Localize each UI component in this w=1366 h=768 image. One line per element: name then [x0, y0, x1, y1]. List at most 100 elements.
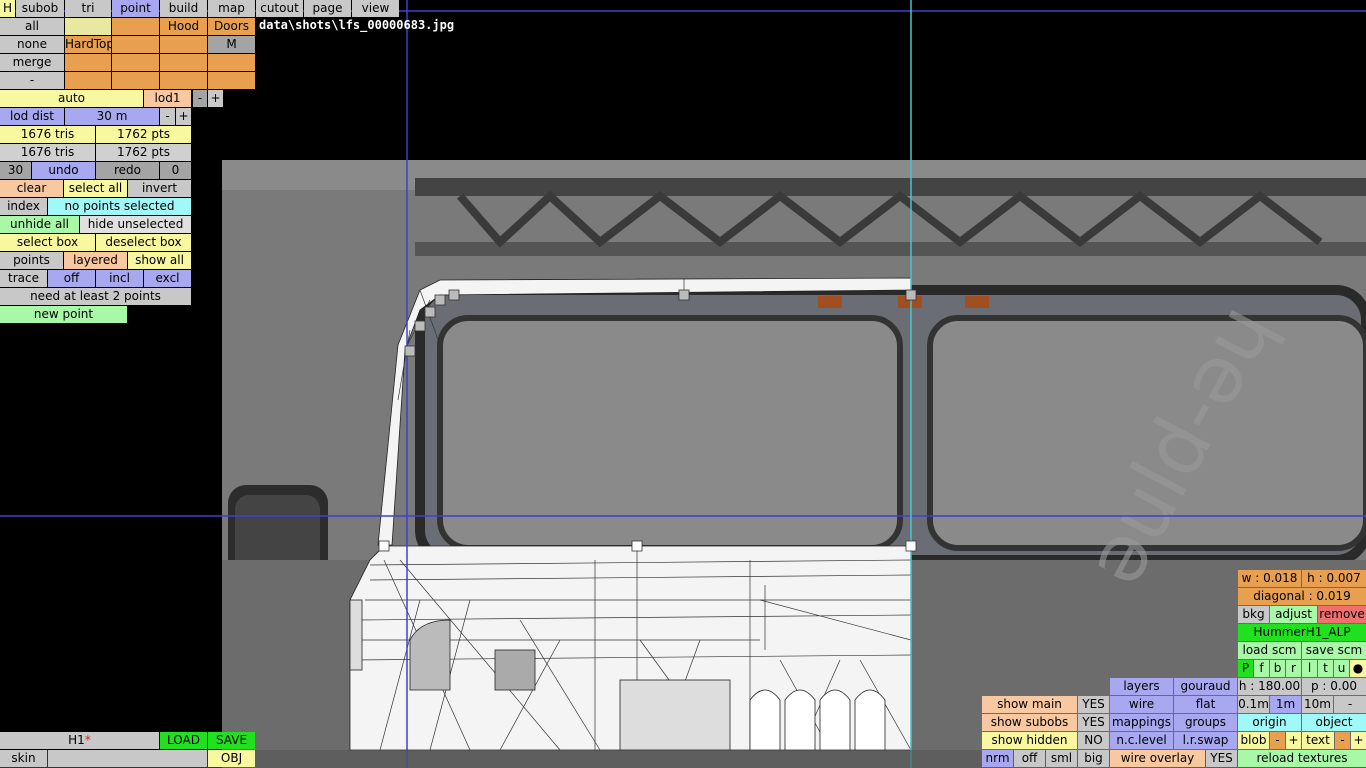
subob-slot[interactable]: [65, 72, 111, 89]
pitch-readout[interactable]: p : 0.00: [1302, 678, 1366, 695]
clear-button[interactable]: clear: [0, 180, 63, 197]
select-box-button[interactable]: select box: [0, 234, 95, 251]
subob-slot[interactable]: [208, 54, 255, 71]
lod-plus-button[interactable]: +: [208, 90, 223, 107]
step-minus-button[interactable]: -: [1334, 696, 1366, 713]
subob-all[interactable]: all: [0, 18, 64, 35]
menu-cutout[interactable]: cutout: [256, 0, 303, 17]
invert-button[interactable]: invert: [128, 180, 191, 197]
deselect-box-button[interactable]: deselect box: [96, 234, 191, 251]
gouraud-button[interactable]: gouraud: [1174, 678, 1237, 695]
unhide-all-button[interactable]: unhide all: [0, 216, 79, 233]
flag-f-toggle[interactable]: f: [1254, 660, 1269, 677]
wire-button[interactable]: wire: [1110, 696, 1173, 713]
dot-icon[interactable]: ●: [1350, 660, 1366, 677]
undo-count: 30: [0, 162, 31, 179]
menu-view[interactable]: view: [352, 0, 399, 17]
redo-button[interactable]: redo: [96, 162, 159, 179]
nrm-sml-button[interactable]: sml: [1046, 750, 1077, 767]
model-name-field[interactable]: HummerH1_ALP: [1238, 624, 1366, 641]
flat-button[interactable]: flat: [1174, 696, 1237, 713]
show-hidden-toggle[interactable]: NO: [1078, 732, 1109, 749]
subob-m[interactable]: M: [208, 36, 255, 53]
load-button[interactable]: LOAD: [160, 732, 207, 749]
mappings-button[interactable]: mappings: [1110, 714, 1173, 731]
blob-minus-button[interactable]: -: [1270, 732, 1285, 749]
subob-doors[interactable]: Doors: [208, 18, 255, 35]
text-minus-button[interactable]: -: [1335, 732, 1350, 749]
lod-dist-value[interactable]: 30 m: [65, 108, 159, 125]
nc-level-button[interactable]: n.c.level: [1110, 732, 1173, 749]
layered-button[interactable]: layered: [64, 252, 127, 269]
viewport-3d[interactable]: ǝuld-ǝɥ: [0, 0, 1366, 768]
wire-overlay-toggle[interactable]: YES: [1206, 750, 1237, 767]
subob-slot[interactable]: [208, 72, 255, 89]
new-point-button[interactable]: new point: [0, 306, 127, 323]
subob-slot[interactable]: [65, 18, 111, 35]
subob-slot[interactable]: [112, 36, 159, 53]
trace-excl-button[interactable]: excl: [144, 270, 191, 287]
subob-slot[interactable]: [112, 18, 159, 35]
menu-point[interactable]: point: [112, 0, 159, 17]
subob-merge[interactable]: merge: [0, 54, 64, 71]
trace-off-button[interactable]: off: [48, 270, 95, 287]
show-subobs-toggle[interactable]: YES: [1078, 714, 1109, 731]
heading-readout[interactable]: h : 180.00: [1238, 678, 1301, 695]
lod-minus-button[interactable]: -: [193, 90, 207, 107]
flag-r-toggle[interactable]: r: [1286, 660, 1301, 677]
menu-h[interactable]: H: [0, 0, 15, 17]
lr-swap-button[interactable]: l.r.swap: [1174, 732, 1237, 749]
step-0-1m-button[interactable]: 0.1m: [1238, 696, 1269, 713]
flag-u-toggle[interactable]: u: [1334, 660, 1349, 677]
skin-field[interactable]: [48, 750, 207, 767]
blob-plus-button[interactable]: +: [1286, 732, 1301, 749]
subob-dash[interactable]: -: [0, 72, 64, 89]
trace-incl-button[interactable]: incl: [96, 270, 143, 287]
subob-hood[interactable]: Hood: [160, 18, 207, 35]
menu-map[interactable]: map: [208, 0, 255, 17]
subob-slot[interactable]: [160, 36, 207, 53]
subob-hardtop[interactable]: HardTop: [65, 36, 111, 53]
nrm-off-button[interactable]: off: [1014, 750, 1045, 767]
index-button[interactable]: index: [0, 198, 47, 215]
nrm-big-button[interactable]: big: [1078, 750, 1109, 767]
show-all-button[interactable]: show all: [128, 252, 191, 269]
save-scm-button[interactable]: save scm: [1302, 642, 1366, 659]
load-scm-button[interactable]: load scm: [1238, 642, 1301, 659]
save-button[interactable]: SAVE: [208, 732, 255, 749]
flag-l-toggle[interactable]: l: [1302, 660, 1317, 677]
undo-button[interactable]: undo: [32, 162, 95, 179]
object-button[interactable]: object: [1302, 714, 1366, 731]
subob-slot[interactable]: [160, 72, 207, 89]
show-main-toggle[interactable]: YES: [1078, 696, 1109, 713]
remove-button[interactable]: remove: [1318, 606, 1366, 623]
subob-slot[interactable]: [112, 72, 159, 89]
points-button[interactable]: points: [0, 252, 63, 269]
flag-p-toggle[interactable]: P: [1238, 660, 1253, 677]
origin-button[interactable]: origin: [1238, 714, 1301, 731]
hide-unselected-button[interactable]: hide unselected: [80, 216, 191, 233]
subob-slot[interactable]: [160, 54, 207, 71]
menu-build[interactable]: build: [160, 0, 207, 17]
subob-slot[interactable]: [65, 54, 111, 71]
lod-dist-minus-button[interactable]: -: [160, 108, 175, 125]
text-plus-button[interactable]: +: [1351, 732, 1366, 749]
subob-none[interactable]: none: [0, 36, 64, 53]
groups-button[interactable]: groups: [1174, 714, 1237, 731]
lod-auto-button[interactable]: auto: [0, 90, 143, 107]
flag-t-toggle[interactable]: t: [1318, 660, 1333, 677]
menu-tri[interactable]: tri: [65, 0, 111, 17]
layers-button[interactable]: layers: [1110, 678, 1173, 695]
step-10m-button[interactable]: 10m: [1302, 696, 1333, 713]
subob-slot[interactable]: [112, 54, 159, 71]
flag-b-toggle[interactable]: b: [1270, 660, 1285, 677]
menu-subob[interactable]: subob: [16, 0, 64, 17]
lod-dist-plus-button[interactable]: +: [176, 108, 191, 125]
lod-level[interactable]: lod1: [144, 90, 191, 107]
obj-button[interactable]: OBJ: [208, 750, 255, 767]
adjust-button[interactable]: adjust: [1270, 606, 1317, 623]
menu-page[interactable]: page: [304, 0, 351, 17]
select-all-button[interactable]: select all: [64, 180, 127, 197]
step-1m-button[interactable]: 1m: [1270, 696, 1301, 713]
reload-textures-button[interactable]: reload textures: [1238, 750, 1366, 767]
